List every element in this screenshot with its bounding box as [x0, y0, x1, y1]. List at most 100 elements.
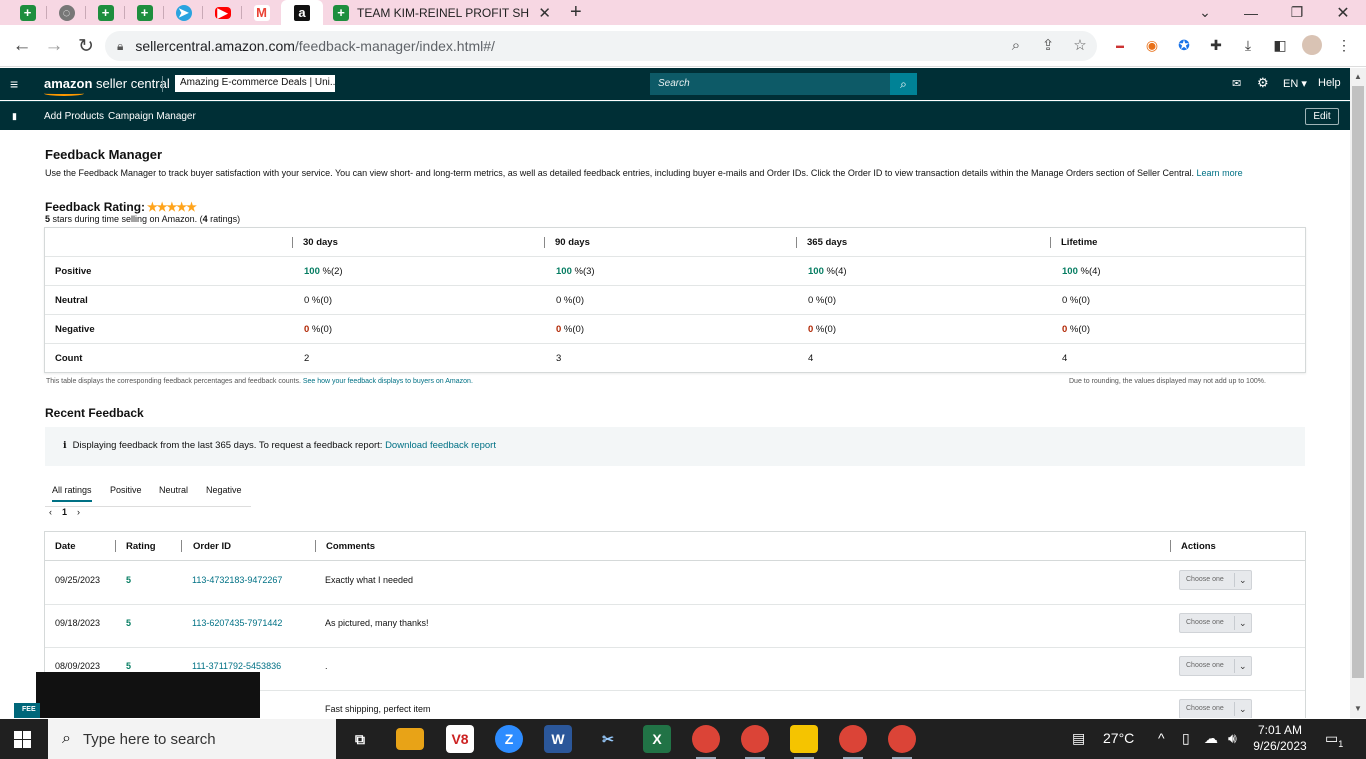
taskbar-clock[interactable]: 7:01 AM 9/26/2023 [1250, 722, 1310, 754]
tab-positive[interactable]: Positive [110, 485, 142, 495]
metrics-value: 100 [1062, 266, 1078, 277]
windows-start-icon[interactable] [14, 731, 31, 748]
snipping-icon[interactable]: ✂ [594, 725, 622, 753]
notification-icon[interactable]: ▭1 [1325, 730, 1343, 749]
tray-chevron-icon[interactable]: ^ [1158, 730, 1165, 746]
tab-gmail[interactable]: M [242, 0, 281, 25]
extension-3-icon[interactable]: ✪ [1175, 36, 1193, 54]
chrome-icon[interactable] [839, 725, 867, 759]
edit-button[interactable]: Edit [1305, 108, 1339, 125]
hamburger-menu-icon[interactable]: ≡ [10, 77, 22, 91]
tab-youtube[interactable]: ▶ [203, 0, 242, 25]
task-view-icon[interactable]: ⧉ [346, 725, 374, 753]
seller-central-header: ≡ amazon seller central Amazing E-commer… [0, 68, 1350, 100]
new-tab-button[interactable]: + [570, 0, 582, 25]
action-dropdown[interactable]: Choose one ⌄ [1179, 613, 1252, 633]
tab-neutral[interactable]: Neutral [159, 485, 188, 495]
comment-cell: Fast shipping, perfect item [325, 704, 431, 714]
metrics-cell: 2 [304, 344, 309, 373]
chrome-icon[interactable] [692, 725, 720, 759]
action-dropdown[interactable]: Choose one ⌄ [1179, 656, 1252, 676]
bookmark-star-icon[interactable]: ☆ [1068, 33, 1092, 57]
tab-amazon-active[interactable]: a [281, 0, 323, 25]
tab-telegram[interactable]: ➤ [164, 0, 203, 25]
tab-negative[interactable]: Negative [206, 485, 242, 495]
prev-page-icon[interactable]: ‹ [49, 507, 52, 517]
metrics-note-text: This table displays the corresponding fe… [46, 378, 301, 385]
reload-button[interactable]: ↻ [74, 34, 98, 58]
scroll-up-icon[interactable]: ▲ [1354, 72, 1362, 81]
tab-sheets-2[interactable]: + [86, 0, 125, 25]
share-icon[interactable]: ⇪ [1036, 33, 1060, 57]
close-tab-icon[interactable]: ✕ [538, 4, 551, 22]
current-page[interactable]: 1 [62, 507, 67, 517]
col-comments: Comments [326, 541, 376, 552]
file-explorer-icon[interactable] [396, 728, 424, 750]
lock-icon[interactable]: 🔒︎ [117, 39, 123, 54]
campaign-manager-link[interactable]: Campaign Manager [108, 111, 196, 122]
download-report-link[interactable]: Download feedback report [385, 440, 496, 451]
weather-text[interactable]: 27°C [1103, 730, 1134, 746]
zoom-app-icon[interactable]: Z [495, 725, 523, 753]
page-scrollbar[interactable]: ▲ ▼ [1350, 68, 1366, 718]
close-window-button[interactable]: ✕ [1320, 0, 1366, 25]
add-products-link[interactable]: Add Products [44, 111, 104, 122]
chevron-down-icon: ⌄ [1239, 661, 1247, 671]
extension-1-icon[interactable]: ▬ [1111, 36, 1129, 54]
scroll-down-icon[interactable]: ▼ [1354, 704, 1362, 713]
buyer-display-link[interactable]: See how your feedback displays to buyers… [303, 378, 473, 385]
tab-all-ratings[interactable]: All ratings [52, 485, 92, 502]
word-icon[interactable]: W [544, 725, 572, 753]
gear-icon[interactable]: ⚙ [1257, 75, 1269, 91]
taskbar-search-text: Type here to search [82, 730, 216, 748]
feedback-badge[interactable]: FEE [14, 703, 40, 718]
forward-button[interactable]: → [42, 34, 66, 58]
tab-globe[interactable]: ◌ [47, 0, 86, 25]
action-dropdown[interactable]: Choose one ⌄ [1179, 699, 1252, 718]
side-panel-icon[interactable]: ◧ [1271, 36, 1289, 54]
excel-icon[interactable]: X [643, 725, 671, 753]
tab-profit-sheet[interactable]: + TEAM KIM-REINEL PROFIT SHEET ✕ [323, 0, 559, 25]
news-icon[interactable]: ▤ [1072, 730, 1085, 747]
download-icon[interactable]: ⤓ [1239, 36, 1257, 54]
browser-menu-icon[interactable]: ⋮ [1335, 36, 1353, 54]
tab-sheets-1[interactable]: + [8, 0, 47, 25]
app-icon[interactable]: V8 [446, 725, 474, 753]
chrome-icon[interactable] [741, 725, 769, 759]
extension-2-icon[interactable]: ◉ [1143, 36, 1161, 54]
metrics-detail: 3 [556, 353, 562, 364]
back-button[interactable]: ← [10, 34, 34, 58]
order-id-link[interactable]: 113-4732183-9472267 [192, 575, 282, 585]
chrome-icon[interactable] [888, 725, 916, 759]
next-page-icon[interactable]: › [77, 507, 80, 517]
battery-icon[interactable]: ▯ [1182, 730, 1190, 747]
mail-icon[interactable]: ✉ [1232, 77, 1241, 90]
volume-icon[interactable]: 🔊︎ [1228, 730, 1237, 747]
extensions-puzzle-icon[interactable]: ✚ [1207, 36, 1225, 54]
zoom-icon[interactable]: ⌕ [1004, 33, 1028, 57]
help-link[interactable]: Help [1318, 77, 1341, 89]
seller-central-logo[interactable]: amazon seller central [44, 76, 170, 96]
col-lifetime: Lifetime [1061, 237, 1098, 248]
search-input[interactable]: Search [650, 73, 890, 95]
order-id-link[interactable]: 111-3711792-5453836 [192, 661, 281, 671]
taskbar-search[interactable]: ⌕ Type here to search [48, 719, 336, 759]
scroll-thumb[interactable] [1352, 86, 1364, 678]
order-id-link[interactable]: 113-6207435-7971442 [192, 618, 282, 628]
store-selector[interactable]: Amazing E-commerce Deals | Uni... [175, 75, 335, 92]
address-bar[interactable]: 🔒︎ sellercentral.amazon.com/feedback-man… [105, 31, 1097, 61]
restore-button[interactable]: ❐ [1274, 0, 1320, 25]
profile-avatar[interactable] [1302, 35, 1322, 55]
language-selector[interactable]: EN ▾ [1283, 77, 1307, 90]
chevron-down-icon: ⌄ [1239, 704, 1247, 714]
tab-search-icon[interactable]: ⌄ [1182, 0, 1228, 25]
learn-more-link[interactable]: Learn more [1197, 168, 1243, 178]
action-dropdown[interactable]: Choose one ⌄ [1179, 570, 1252, 590]
col-order-id: Order ID [193, 541, 232, 552]
metrics-detail: 0 %(0) [1062, 295, 1090, 306]
sticky-notes-icon[interactable] [790, 725, 818, 759]
tab-sheets-3[interactable]: + [125, 0, 164, 25]
network-icon[interactable]: ☁ [1204, 730, 1218, 747]
search-button[interactable]: ⌕ [890, 73, 917, 95]
minimize-button[interactable]: — [1228, 0, 1274, 25]
